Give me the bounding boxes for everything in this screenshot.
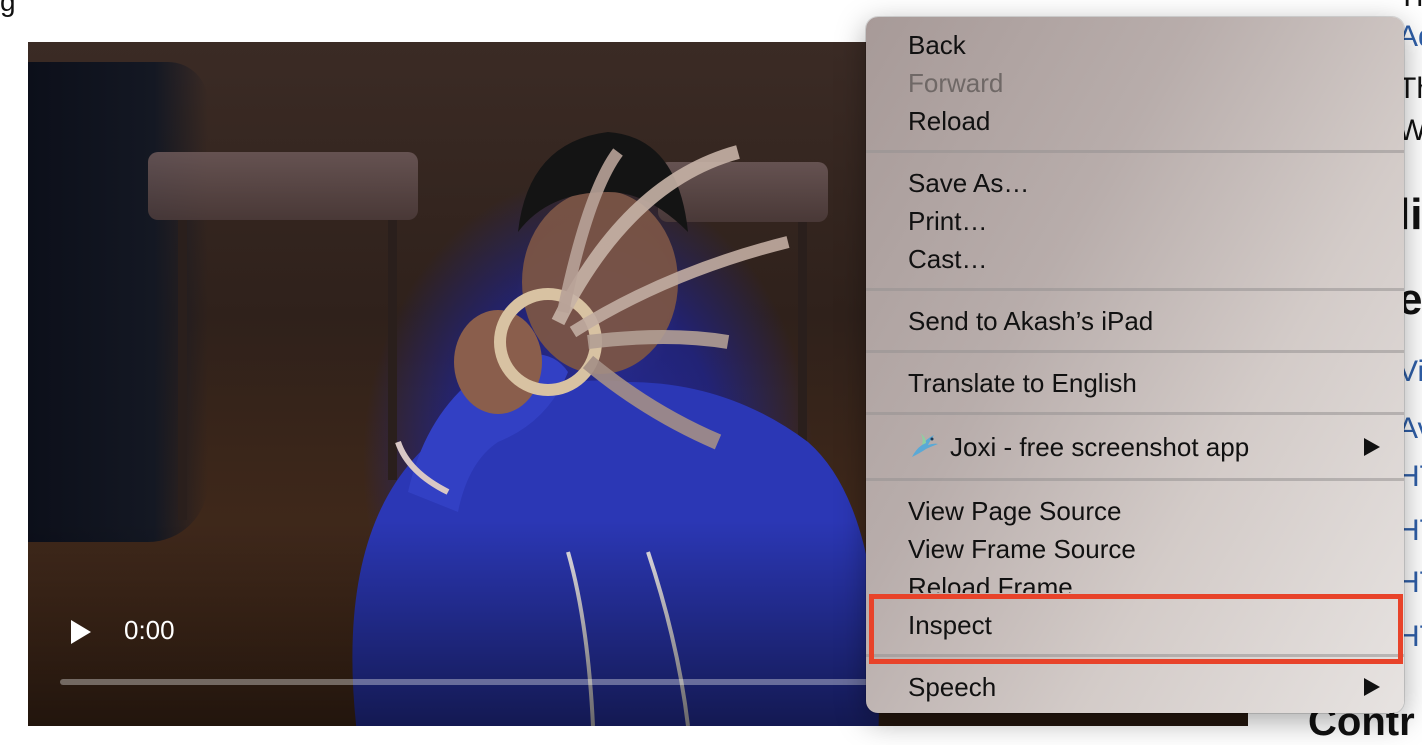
- menu-separator: [866, 288, 1404, 291]
- menu-item-back[interactable]: Back: [908, 27, 966, 63]
- page-heading-fragment: g: [0, 0, 16, 17]
- submenu-arrow-icon: [1364, 438, 1380, 456]
- menu-item-print[interactable]: Print…: [908, 203, 987, 239]
- menu-item-send-to-device[interactable]: Send to Akash’s iPad: [908, 303, 1153, 339]
- page-text-fragment: Th: [1398, 0, 1422, 14]
- menu-item-joxi[interactable]: Joxi - free screenshot app: [950, 429, 1249, 465]
- menu-item-reload-frame[interactable]: Reload Frame: [908, 569, 1073, 593]
- inspect-highlight-box: [869, 594, 1403, 664]
- menu-item-view-frame-source[interactable]: View Frame Source: [908, 531, 1136, 567]
- play-icon: [71, 620, 91, 644]
- menu-separator: [866, 350, 1404, 353]
- play-button[interactable]: [66, 617, 96, 647]
- menu-separator: [866, 478, 1404, 481]
- menu-item-cast[interactable]: Cast…: [908, 241, 987, 277]
- menu-item-save-as[interactable]: Save As…: [908, 165, 1029, 201]
- hummingbird-icon: [912, 433, 938, 457]
- menu-item-translate[interactable]: Translate to English: [908, 365, 1137, 401]
- video-time: 0:00: [124, 615, 175, 645]
- menu-item-view-page-source[interactable]: View Page Source: [908, 493, 1121, 529]
- menu-separator: [866, 412, 1404, 415]
- menu-item-speech[interactable]: Speech: [908, 669, 996, 705]
- submenu-arrow-icon: [1364, 678, 1380, 696]
- menu-separator: [866, 150, 1404, 153]
- menu-item-reload[interactable]: Reload: [908, 103, 990, 139]
- menu-item-forward[interactable]: Forward: [908, 65, 1003, 101]
